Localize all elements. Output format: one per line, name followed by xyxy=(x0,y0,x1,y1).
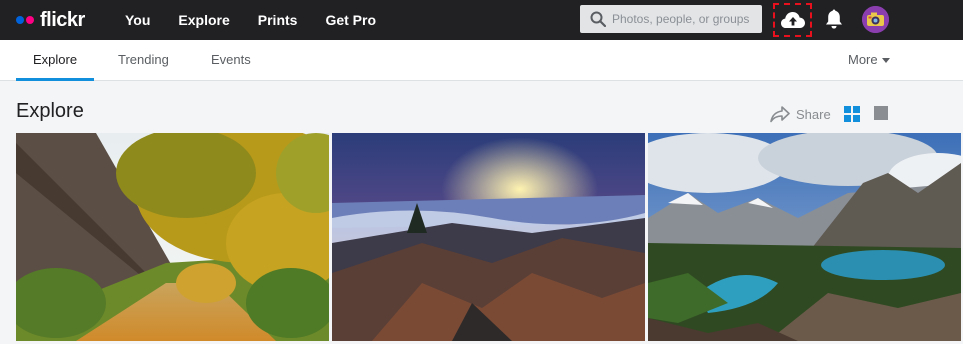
photo-thumbnail-mountain-sunset[interactable] xyxy=(332,133,645,341)
search-input[interactable] xyxy=(612,5,760,33)
nav-get-pro[interactable]: Get Pro xyxy=(325,12,376,28)
grid-view-icon[interactable] xyxy=(844,106,860,122)
top-navigation-bar: flickr You Explore Prints Get Pro xyxy=(0,0,963,40)
bell-icon[interactable] xyxy=(824,8,844,30)
photo-thumbnail-autumn-path[interactable] xyxy=(16,133,329,341)
logo-pink-dot xyxy=(26,16,34,24)
cloud-upload-icon xyxy=(780,12,805,28)
tab-explore[interactable]: Explore xyxy=(33,40,77,81)
photo-thumbnail-mountain-lake[interactable] xyxy=(648,133,961,341)
more-label: More xyxy=(848,52,878,67)
share-button[interactable]: Share xyxy=(770,104,831,124)
avatar[interactable] xyxy=(862,6,889,33)
chevron-down-icon xyxy=(881,58,890,64)
more-menu-button[interactable]: More xyxy=(848,40,890,81)
flickr-logo[interactable]: flickr xyxy=(16,8,85,32)
nav-you[interactable]: You xyxy=(125,12,150,28)
search-box[interactable] xyxy=(580,5,762,33)
sub-navigation: Explore Trending Events xyxy=(0,40,963,81)
logo-wordmark: flickr xyxy=(40,8,85,31)
main-nav: You Explore Prints Get Pro xyxy=(125,0,404,40)
search-icon[interactable] xyxy=(590,11,606,27)
share-arrow-icon xyxy=(770,106,790,123)
upload-button[interactable] xyxy=(773,3,812,37)
nav-prints[interactable]: Prints xyxy=(258,12,298,28)
page-title: Explore xyxy=(16,100,84,122)
active-tab-indicator xyxy=(16,78,94,81)
tab-events[interactable]: Events xyxy=(211,40,251,81)
tab-trending[interactable]: Trending xyxy=(118,40,169,81)
nav-explore[interactable]: Explore xyxy=(178,12,229,28)
logo-blue-dot xyxy=(16,16,24,24)
camera-avatar-icon xyxy=(862,6,889,33)
single-view-icon[interactable] xyxy=(874,106,888,120)
share-label: Share xyxy=(796,106,831,122)
